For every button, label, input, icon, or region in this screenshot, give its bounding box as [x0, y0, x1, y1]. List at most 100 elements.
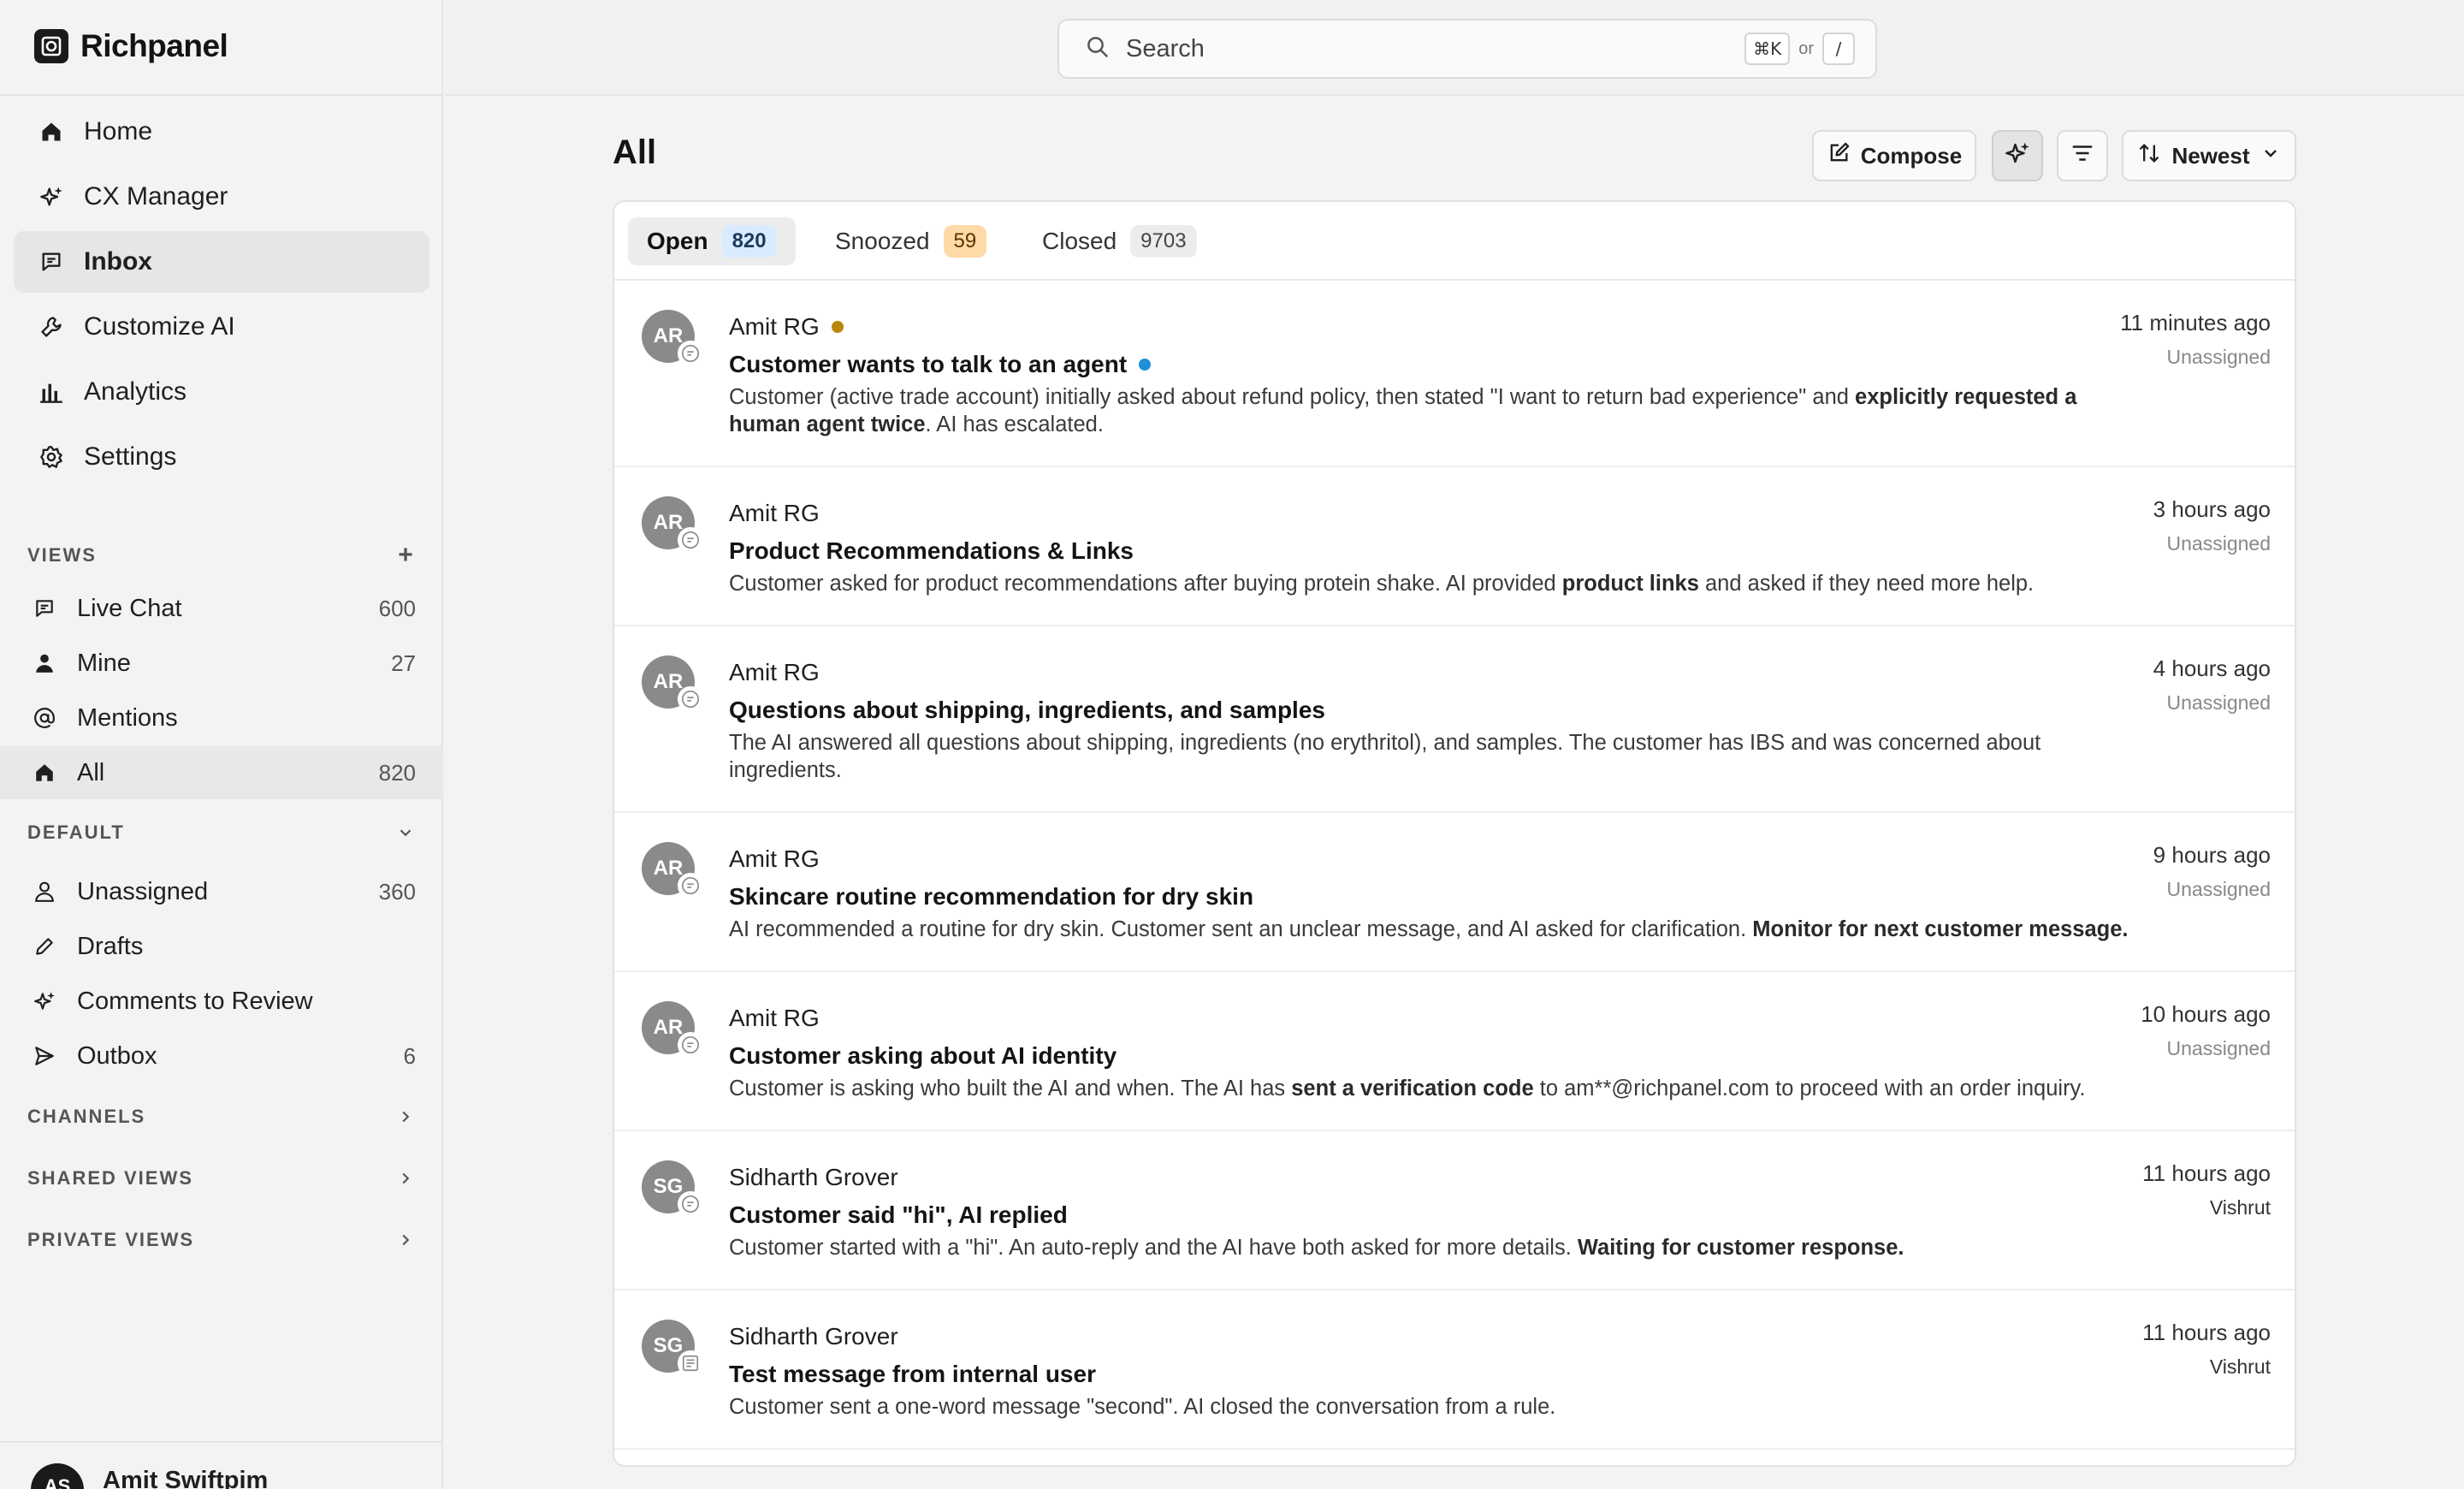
- assignee: Unassigned: [2166, 691, 2271, 714]
- tab-count-badge: 820: [721, 225, 777, 258]
- nav-item-settings[interactable]: Settings: [14, 426, 429, 488]
- assignee: Unassigned: [2166, 346, 2271, 368]
- avatar: AS: [31, 1463, 84, 1489]
- view-item-label: Comments to Review: [77, 987, 313, 1015]
- at-icon: [31, 704, 58, 732]
- conversation-row[interactable]: AR Amit RG Skincare routine recommendati…: [614, 813, 2295, 972]
- conversation-row[interactable]: AR Amit RG Questions about shipping, ing…: [614, 626, 2295, 813]
- chevron-down-icon: [2260, 143, 2281, 169]
- nav-item-inbox[interactable]: Inbox: [14, 231, 429, 293]
- conversation-subject: Product Recommendations & Links: [729, 537, 1134, 564]
- richpanel-logo-icon: [34, 29, 68, 63]
- tab-count-badge: 59: [943, 225, 987, 258]
- compose-label: Compose: [1860, 142, 1963, 169]
- chat-bubble-icon: [38, 248, 65, 276]
- sparkle-icon: [38, 183, 65, 211]
- add-view-icon[interactable]: +: [394, 541, 418, 569]
- section-title: DEFAULT: [27, 822, 125, 843]
- conversation-list-panel: Open 820 Snoozed 59 Closed 9703 AR Amit …: [613, 200, 2296, 1467]
- section-title: PRIVATE VIEWS: [27, 1229, 195, 1250]
- timestamp: 11 hours ago: [2142, 1160, 2271, 1186]
- conversation-row[interactable]: AR Amit RG Product Recommendations & Lin…: [614, 467, 2295, 626]
- sender-name: Sidharth Grover: [729, 1323, 898, 1350]
- view-item-unassigned[interactable]: Unassigned 360: [0, 865, 443, 918]
- sort-label: Newest: [2171, 142, 2250, 169]
- view-item-label: Live Chat: [77, 594, 182, 622]
- tab-label: Closed: [1042, 228, 1117, 254]
- sender-name: Amit RG: [729, 845, 820, 872]
- conversation-subject: Skincare routine recommendation for dry …: [729, 883, 1254, 910]
- conversation-row[interactable]: AR Amit RG Customer asking about AI iden…: [614, 972, 2295, 1131]
- shared-views-heading[interactable]: SHARED VIEWS: [27, 1161, 418, 1195]
- sort-dropdown[interactable]: Newest: [2122, 130, 2296, 181]
- tab-open[interactable]: Open 820: [628, 217, 796, 265]
- compose-icon: [1827, 141, 1851, 171]
- sender-name: Sidharth Grover: [729, 1164, 898, 1190]
- view-item-outbox[interactable]: Outbox 6: [0, 1029, 443, 1083]
- sender-name: Amit RG: [729, 500, 820, 526]
- tab-label: Open: [647, 228, 708, 254]
- conversation-row[interactable]: SG Sidharth Grover Customer said "hi", A…: [614, 1131, 2295, 1290]
- conversation-summary: Customer (active trade account) initiall…: [729, 385, 2077, 436]
- sort-icon: [2137, 141, 2161, 171]
- filter-button[interactable]: [2057, 130, 2108, 181]
- gear-icon: [38, 443, 65, 471]
- send-icon: [31, 1042, 58, 1070]
- view-item-all[interactable]: All 820: [0, 746, 443, 799]
- brand-name: Richpanel: [80, 28, 228, 63]
- nav-item-cx-manager[interactable]: CX Manager: [14, 166, 429, 228]
- conversation-summary: Customer asked for product recommendatio…: [729, 572, 2035, 596]
- nav-item-label: Settings: [84, 442, 177, 471]
- tab-closed[interactable]: Closed 9703: [1023, 217, 1216, 265]
- shortcut-or: or: [1798, 39, 1814, 58]
- view-item-count: 27: [391, 650, 416, 676]
- tab-snoozed[interactable]: Snoozed 59: [816, 217, 1005, 265]
- chevron-right-icon: [394, 1228, 418, 1252]
- shortcut-key: /: [1822, 33, 1855, 65]
- view-item-count: 6: [403, 1042, 416, 1069]
- default-heading[interactable]: DEFAULT: [27, 816, 418, 850]
- view-item-label: All: [77, 758, 105, 786]
- chat-bubble-icon: [678, 1191, 703, 1217]
- brand[interactable]: Richpanel: [34, 27, 228, 65]
- sparkle-icon: [31, 988, 58, 1015]
- chat-bubble-icon: [678, 1032, 703, 1058]
- search-input[interactable]: Search ⌘K or /: [1057, 19, 1877, 79]
- conversation-subject: Questions about shipping, ingredients, a…: [729, 697, 1325, 723]
- chat-bubble-icon: [678, 527, 703, 553]
- chevron-down-icon: [394, 821, 418, 845]
- timestamp: 11 minutes ago: [2120, 310, 2271, 335]
- ai-assist-button[interactable]: [1992, 130, 2043, 181]
- conversation-subject: Customer asking about AI identity: [729, 1042, 1117, 1069]
- presence-dot: [831, 321, 844, 333]
- assignee: Unassigned: [2166, 1037, 2271, 1059]
- nav-item-analytics[interactable]: Analytics: [14, 361, 429, 423]
- view-item-count: 820: [378, 759, 416, 786]
- channels-heading[interactable]: CHANNELS: [27, 1100, 418, 1134]
- section-title: SHARED VIEWS: [27, 1167, 193, 1189]
- timestamp: 4 hours ago: [2153, 656, 2271, 681]
- view-item-mentions[interactable]: Mentions: [0, 691, 443, 744]
- sparkle-icon: [2005, 140, 2030, 172]
- nav-item-home[interactable]: Home: [14, 101, 429, 163]
- view-item-label: Drafts: [77, 932, 144, 960]
- section-title: CHANNELS: [27, 1106, 146, 1127]
- compose-button[interactable]: Compose: [1812, 130, 1976, 181]
- conversation-summary: Customer is asking who built the AI and …: [729, 1077, 2086, 1100]
- view-item-drafts[interactable]: Drafts: [0, 920, 443, 973]
- view-item-comments-to-review[interactable]: Comments to Review: [0, 975, 443, 1028]
- nav-item-label: CX Manager: [84, 182, 228, 211]
- search-placeholder: Search: [1126, 34, 1205, 62]
- nav-item-customize-ai[interactable]: Customize AI: [14, 296, 429, 358]
- view-item-count: 360: [378, 878, 416, 905]
- private-views-heading[interactable]: PRIVATE VIEWS: [27, 1223, 418, 1257]
- search-icon: [1085, 34, 1111, 64]
- user-profile[interactable]: AS Amit Swiftpim: [0, 1441, 443, 1489]
- conversation-row[interactable]: AR Amit RG Customer wants to talk to an …: [614, 281, 2295, 467]
- person-outline-icon: [31, 878, 58, 905]
- view-item-live-chat[interactable]: Live Chat 600: [0, 582, 443, 635]
- assignee: Unassigned: [2166, 532, 2271, 555]
- timestamp: 9 hours ago: [2153, 842, 2271, 868]
- view-item-mine[interactable]: Mine 27: [0, 637, 443, 690]
- conversation-row[interactable]: SG Sidharth Grover Test message from int…: [614, 1290, 2295, 1450]
